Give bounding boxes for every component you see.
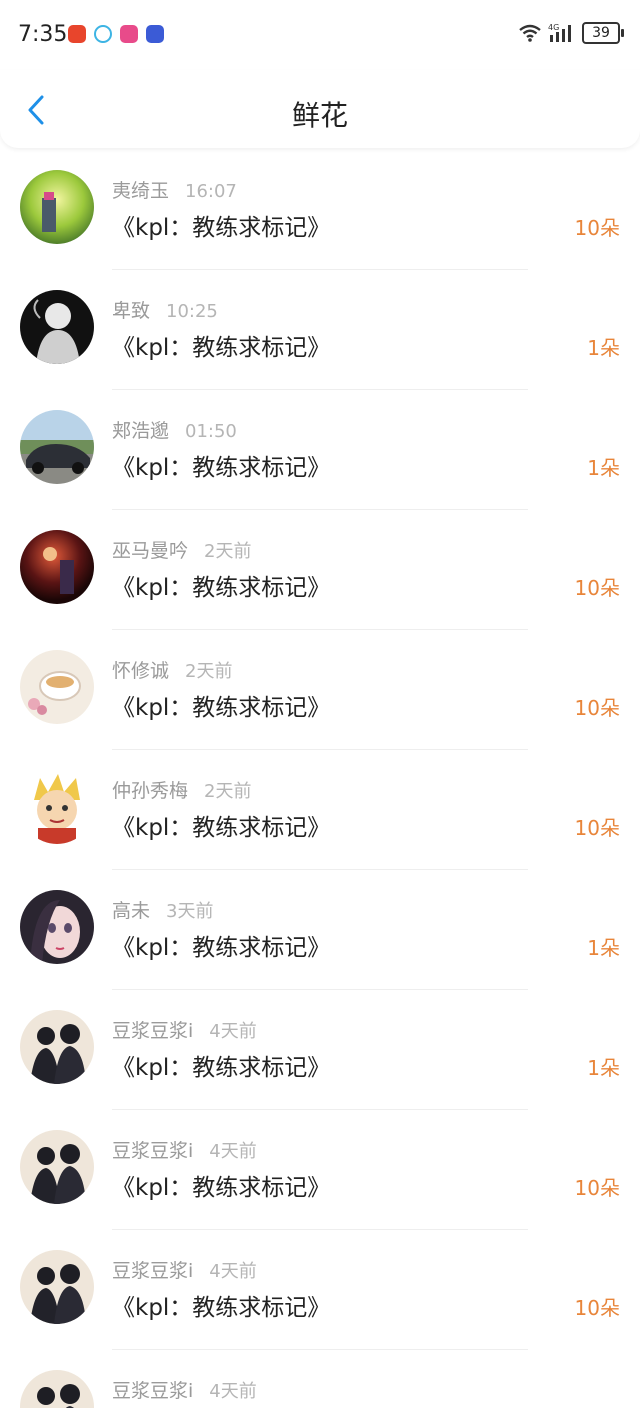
flower-count: 10朵 — [574, 576, 620, 600]
message-text: 《kpl：教练求标记》 — [112, 815, 331, 841]
avatar — [20, 530, 94, 604]
sent-time: 4天前 — [209, 1021, 257, 1042]
message-text: 《kpl：教练求标记》 — [112, 215, 331, 241]
message-text: 《kpl：教练求标记》 — [112, 695, 331, 721]
app-notification-icon — [68, 25, 86, 43]
message-text: 《kpl：教练求标记》 — [112, 1295, 331, 1321]
status-bar: 7:35 4G 39 — [0, 0, 640, 70]
list-item[interactable]: 豆浆豆浆i 4天前 《kpl：教练求标记》 10朵 — [0, 1230, 640, 1350]
sent-time: 4天前 — [209, 1141, 257, 1162]
sender-name: 高未 — [112, 900, 151, 922]
sender-name: 夷绮玉 — [112, 180, 170, 202]
avatar — [20, 1130, 94, 1204]
message-text: 《kpl：教练求标记》 — [112, 1055, 331, 1081]
flower-count: 10朵 — [574, 216, 620, 240]
sender-line: 怀修诚 2天前 — [112, 656, 232, 683]
sender-name: 豆浆豆浆i — [112, 1260, 194, 1282]
flower-count: 10朵 — [574, 1176, 620, 1200]
status-time: 7:35 — [18, 22, 68, 47]
avatar — [20, 890, 94, 964]
flower-count: 10朵 — [574, 696, 620, 720]
sender-name: 豆浆豆浆i — [112, 1140, 194, 1162]
list-item[interactable]: 郏浩邈 01:50 《kpl：教练求标记》 1朵 — [0, 390, 640, 510]
flower-count: 1朵 — [587, 456, 620, 480]
wifi-icon — [519, 24, 541, 42]
status-right: 4G 39 — [518, 22, 624, 44]
title-bar: 鲜花 — [0, 70, 640, 148]
list-item[interactable]: 怀修诚 2天前 《kpl：教练求标记》 10朵 — [0, 630, 640, 750]
sender-name: 怀修诚 — [112, 660, 170, 682]
sent-time: 01:50 — [185, 421, 237, 442]
list-item[interactable]: 豆浆豆浆i 4天前 《kpl：教练求标记》 1朵 — [0, 990, 640, 1110]
page-title: 鲜花 — [291, 99, 348, 132]
list-item[interactable]: 巫马曼吟 2天前 《kpl：教练求标记》 10朵 — [0, 510, 640, 630]
sender-line: 高未 3天前 — [112, 896, 213, 923]
sent-time: 16:07 — [185, 181, 237, 202]
message-text: 《kpl：教练求标记》 — [112, 455, 331, 481]
sender-name: 卑致 — [112, 300, 151, 322]
flower-count: 10朵 — [574, 1296, 620, 1320]
sender-name: 豆浆豆浆i — [112, 1020, 194, 1042]
flowers-page: 7:35 4G 39 鲜花 夷绮玉 16:07 《kpl：教练求标记》 10朵 … — [0, 0, 640, 1408]
sender-name: 郏浩邈 — [112, 420, 170, 442]
svg-text:4G: 4G — [548, 23, 559, 32]
list-item[interactable]: 豆浆豆浆i 4天前 《kpl：教练求标记》 10朵 — [0, 1110, 640, 1230]
avatar — [20, 650, 94, 724]
sender-name: 巫马曼吟 — [112, 540, 189, 562]
message-text: 《kpl：教练求标记》 — [112, 335, 331, 361]
message-text: 《kpl：教练求标记》 — [112, 575, 331, 601]
sent-time: 2天前 — [204, 781, 252, 802]
signal-icon: 4G — [548, 23, 571, 42]
message-text: 《kpl：教练求标记》 — [112, 1175, 331, 1201]
sender-line: 夷绮玉 16:07 — [112, 176, 237, 203]
app-notification-icon — [120, 25, 138, 43]
list-item[interactable]: 豆浆豆浆i 4天前 — [0, 1350, 640, 1408]
sent-time: 3天前 — [166, 901, 214, 922]
sent-time: 2天前 — [185, 661, 233, 682]
battery-indicator: 39 — [582, 22, 624, 44]
avatar — [20, 170, 94, 244]
avatar — [20, 1370, 94, 1408]
avatar — [20, 770, 94, 844]
sent-time: 4天前 — [209, 1381, 257, 1402]
sender-line: 豆浆豆浆i 4天前 — [112, 1256, 257, 1283]
sender-line: 郏浩邈 01:50 — [112, 416, 237, 443]
list-item[interactable]: 夷绮玉 16:07 《kpl：教练求标记》 10朵 — [0, 150, 640, 270]
flower-count: 1朵 — [587, 936, 620, 960]
avatar — [20, 1010, 94, 1084]
sender-line: 豆浆豆浆i 4天前 — [112, 1016, 257, 1043]
sender-name: 仲孙秀梅 — [112, 780, 189, 802]
notification-icons — [68, 25, 164, 43]
flower-list: 夷绮玉 16:07 《kpl：教练求标记》 10朵 卑致 10:25 《kpl：教练… — [0, 150, 640, 1408]
sender-line: 巫马曼吟 2天前 — [112, 536, 251, 563]
sent-time: 10:25 — [166, 301, 218, 322]
sent-time: 4天前 — [209, 1261, 257, 1282]
flower-count: 1朵 — [587, 1056, 620, 1080]
sender-line: 卑致 10:25 — [112, 296, 218, 323]
message-text: 《kpl：教练求标记》 — [112, 935, 331, 961]
list-item[interactable]: 仲孙秀梅 2天前 《kpl：教练求标记》 10朵 — [0, 750, 640, 870]
avatar — [20, 410, 94, 484]
list-item[interactable]: 卑致 10:25 《kpl：教练求标记》 1朵 — [0, 270, 640, 390]
sender-line: 豆浆豆浆i 4天前 — [112, 1136, 257, 1163]
flower-count: 10朵 — [574, 816, 620, 840]
sent-time: 2天前 — [204, 541, 252, 562]
app-notification-icon — [146, 25, 164, 43]
app-notification-icon — [94, 25, 112, 43]
avatar — [20, 1250, 94, 1324]
flower-count: 1朵 — [587, 336, 620, 360]
list-item[interactable]: 高未 3天前 《kpl：教练求标记》 1朵 — [0, 870, 640, 990]
sender-name: 豆浆豆浆i — [112, 1380, 194, 1402]
avatar — [20, 290, 94, 364]
sender-line: 仲孙秀梅 2天前 — [112, 776, 251, 803]
sender-line: 豆浆豆浆i 4天前 — [112, 1376, 257, 1403]
